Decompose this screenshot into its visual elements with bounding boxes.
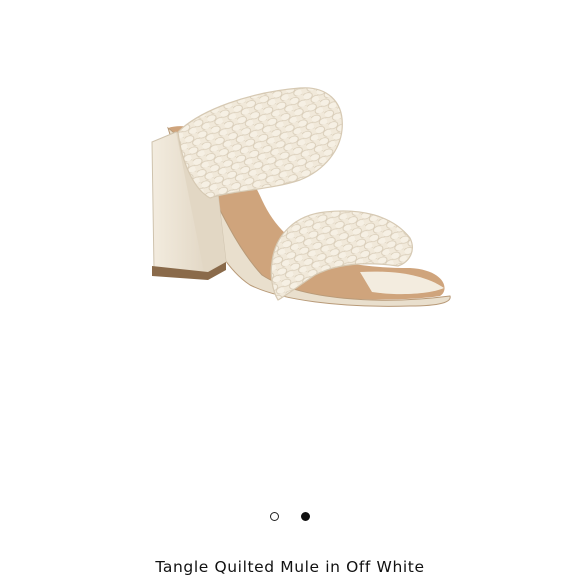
shoe-illustration	[151, 87, 451, 307]
carousel-dots	[0, 512, 580, 521]
back-strap	[177, 87, 343, 199]
product-title: Tangle Quilted Mule in Off White	[155, 558, 425, 576]
carousel-dot-2[interactable]	[301, 512, 310, 521]
carousel-dot-1[interactable]	[270, 512, 279, 521]
product-image[interactable]	[0, 0, 580, 500]
